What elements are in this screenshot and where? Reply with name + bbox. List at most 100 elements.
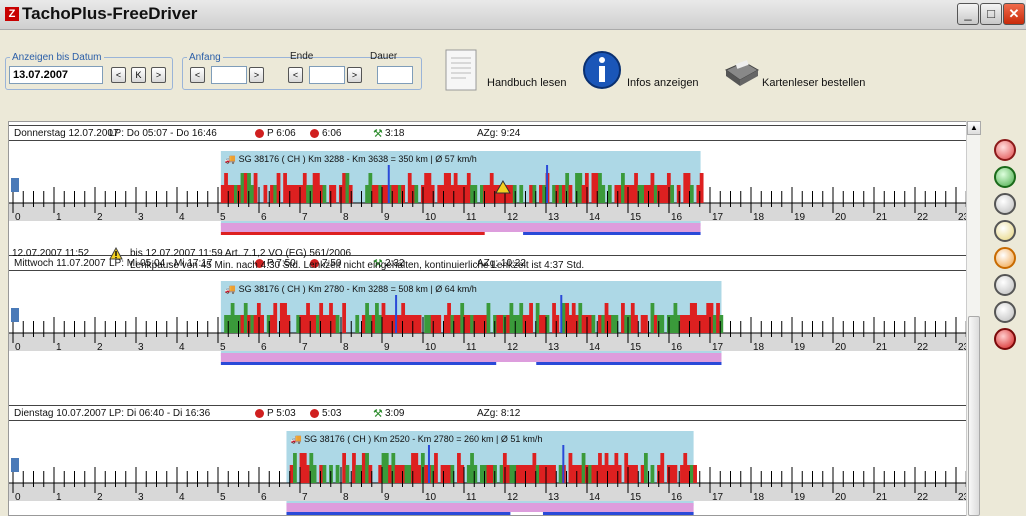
dauer-input[interactable] xyxy=(377,66,413,84)
activity-bar xyxy=(568,315,573,333)
hour-label: 11 xyxy=(466,342,477,353)
activity-bar xyxy=(447,173,451,203)
anfang-prev-button[interactable]: < xyxy=(190,67,205,83)
activity-bar xyxy=(568,185,573,203)
print-preview-icon[interactable] xyxy=(994,247,1016,269)
ende-prev-button[interactable]: < xyxy=(288,67,303,83)
info-button[interactable]: Infos anzeigen xyxy=(583,48,713,89)
hour-label: 3 xyxy=(138,492,144,503)
hour-label: 2 xyxy=(97,342,103,353)
vertical-scrollbar[interactable]: ▲ xyxy=(966,121,981,516)
activity-bar xyxy=(306,465,310,483)
hour-label: 8 xyxy=(343,212,349,223)
zoom-in-icon[interactable] xyxy=(994,139,1016,161)
activity-bar xyxy=(650,173,655,203)
hour-label: 2 xyxy=(97,212,103,223)
timeline-panel[interactable]: Donnerstag 12.07.2007 LP: Do 05:07 - Do 1… xyxy=(8,121,974,516)
date-k-button[interactable]: K xyxy=(131,67,146,83)
hour-label: 17 xyxy=(712,342,724,353)
ende-next-button[interactable]: > xyxy=(347,67,362,83)
activity-bar xyxy=(243,303,248,333)
day-p: P 5:03 xyxy=(267,408,296,419)
ende-input[interactable] xyxy=(309,66,345,84)
card-icon[interactable] xyxy=(994,193,1016,215)
scroll-thumb[interactable] xyxy=(968,316,980,516)
cardreader-button[interactable]: Kartenleser bestellen xyxy=(722,48,892,89)
activity-bar xyxy=(397,315,402,333)
activity-bar xyxy=(401,303,406,333)
activity-bar xyxy=(670,185,675,203)
activity-bar xyxy=(466,315,471,333)
anfang-input[interactable] xyxy=(211,66,247,84)
activity-bar xyxy=(266,315,271,333)
close-button[interactable]: ✕ xyxy=(1003,3,1025,25)
activity-bar xyxy=(621,303,625,333)
day-lp: LP: Di 06:40 - Di 16:36 xyxy=(109,408,211,419)
activity-bar xyxy=(417,465,422,483)
hour-label: 19 xyxy=(794,212,806,223)
activity-bar xyxy=(394,465,399,483)
period-bar xyxy=(542,512,694,515)
handbook-button[interactable]: Handbuch lesen xyxy=(444,48,574,91)
card-slot-icon xyxy=(11,458,19,472)
activity-bar xyxy=(607,315,612,333)
zoom-out-icon[interactable] xyxy=(994,166,1016,188)
activity-bar xyxy=(588,315,593,333)
activity-bar xyxy=(676,185,681,203)
day-q: 6:06 xyxy=(322,128,342,139)
app-logo-icon: Z xyxy=(5,7,19,21)
activity-bar xyxy=(365,185,369,203)
maximize-button[interactable]: □ xyxy=(980,3,1002,25)
hour-label: 17 xyxy=(712,212,724,223)
activity-bar xyxy=(552,303,556,333)
activity-bar xyxy=(293,453,297,483)
activity-bar xyxy=(342,453,347,483)
activity-bar xyxy=(332,315,337,333)
hour-label: 19 xyxy=(794,342,806,353)
minimize-button[interactable]: _ xyxy=(957,3,979,25)
activity-bar xyxy=(486,303,491,333)
activity-bar xyxy=(565,173,570,203)
folder-icon[interactable] xyxy=(994,220,1016,242)
activity-bar xyxy=(273,303,278,333)
scroll-up-button[interactable]: ▲ xyxy=(967,121,981,135)
hour-label: 10 xyxy=(425,492,437,503)
anfang-next-button[interactable]: > xyxy=(249,67,264,83)
activity-bar xyxy=(689,465,694,483)
ende-label: Ende xyxy=(290,51,314,62)
activity-bar xyxy=(640,315,645,333)
date-prev-button[interactable]: < xyxy=(111,67,126,83)
activity-bar xyxy=(611,465,615,483)
hour-label: 2 xyxy=(97,492,103,503)
activity-bar xyxy=(417,315,422,333)
date-next-button[interactable]: > xyxy=(151,67,166,83)
list-icon[interactable] xyxy=(994,274,1016,296)
day-timeline: 🚚 SG 38176 ( CH ) Km 2520 - Km 2780 = 26… xyxy=(9,431,973,515)
hour-label: 20 xyxy=(835,342,847,353)
date-input[interactable]: 13.07.2007 xyxy=(9,66,103,84)
activity-bar xyxy=(519,303,524,333)
hour-label: 21 xyxy=(876,342,888,353)
activity-bar xyxy=(466,173,471,203)
hour-label: 12 xyxy=(507,212,519,223)
power-icon[interactable] xyxy=(994,328,1016,350)
activity-bar xyxy=(529,185,533,203)
activity-bar xyxy=(529,465,533,483)
activity-bar xyxy=(401,465,406,483)
activity-bar xyxy=(306,303,310,333)
activity-bar xyxy=(388,315,392,333)
hour-label: 4 xyxy=(179,492,185,503)
activity-bar xyxy=(404,315,409,333)
printer-icon[interactable] xyxy=(994,301,1016,323)
activity-bar xyxy=(634,315,638,333)
hour-label: 9 xyxy=(384,342,390,353)
hour-label: 15 xyxy=(630,492,642,503)
activity-bar xyxy=(230,185,235,203)
activity-bar xyxy=(470,315,474,333)
activity-bar xyxy=(650,465,655,483)
activity-bar xyxy=(479,465,484,483)
activity-bar xyxy=(335,465,340,483)
axis-strip xyxy=(9,333,973,351)
hour-label: 1 xyxy=(56,342,62,353)
activity-bar xyxy=(558,185,563,203)
